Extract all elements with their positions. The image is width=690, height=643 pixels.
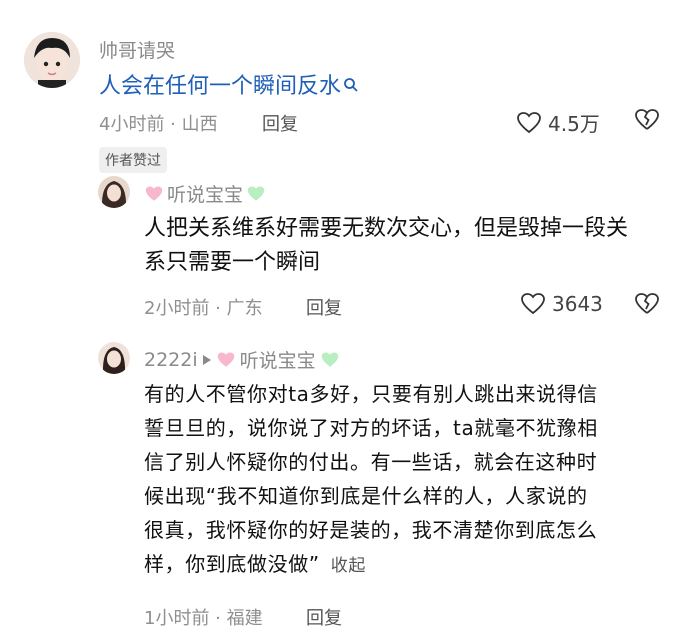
top-avatar[interactable]: [24, 32, 80, 88]
top-likes-count: 4.5万: [548, 112, 600, 136]
reply2-from-user: 2222i: [144, 348, 198, 371]
reply2-username-row[interactable]: 2222i 听说宝宝: [144, 346, 340, 373]
broken-heart-icon[interactable]: [634, 292, 660, 316]
reply1-meta: 2小时前 · 广东: [144, 298, 263, 319]
reply2-text-line: 信了别人怀疑你的付出。有一些话，就会在这种时: [144, 450, 598, 474]
reply2-text-line: 誓旦旦的，说你说了对方的坏话，ta就毫不犹豫相: [144, 416, 598, 440]
top-like-button[interactable]: 4.5万: [516, 108, 600, 137]
top-comment-text: 人会在任何一个瞬间反水: [99, 70, 359, 104]
heart-outline-icon: [517, 111, 541, 133]
reply1-likes-count: 3643: [552, 292, 603, 316]
top-reply-button[interactable]: 回复: [262, 110, 298, 136]
search-icon[interactable]: [343, 77, 359, 93]
reply2-text-line: 很真，我怀疑你的好是装的，我不清楚你到底怎么: [144, 518, 598, 542]
collapse-button[interactable]: 收起: [331, 556, 366, 576]
reply2-meta: 1小时前 · 福建: [144, 608, 263, 629]
pink-heart-icon: [217, 352, 234, 367]
reply1-reply-button[interactable]: 回复: [306, 294, 342, 320]
reply2-to-user: 听说宝宝: [239, 350, 316, 372]
reply2-text-line-last: 样，你到底做没做” 收起: [144, 547, 684, 583]
green-heart-icon: [321, 352, 338, 367]
play-triangle-icon: [202, 354, 211, 365]
reply1-username: 听说宝宝: [167, 184, 244, 206]
reply1-like-button[interactable]: 3643: [520, 292, 603, 316]
reply2-text-line: 有的人不管你对ta多好，只要有别人跳出来说得信: [144, 382, 598, 406]
reply1-text-line: 人把关系维系好需要无数次交心，但是毁掉一段关: [144, 216, 629, 241]
reply2-text-line: 候出现“我不知道你到底是什么样的人，人家说的: [144, 484, 588, 508]
avatar-illustration: [98, 176, 130, 208]
avatar-illustration: [98, 342, 130, 374]
reply1-text-line: 系只需要一个瞬间: [144, 250, 321, 275]
reply2-avatar[interactable]: [98, 342, 130, 374]
top-username[interactable]: 帅哥请哭: [99, 36, 175, 63]
green-heart-icon: [247, 186, 265, 201]
reply1-avatar[interactable]: [98, 176, 130, 208]
reply1-username-row[interactable]: 听说宝宝: [144, 180, 266, 207]
top-meta: 4小时前 · 山西: [99, 114, 218, 135]
broken-heart-icon[interactable]: [634, 108, 660, 132]
reply2-last-line-text: 样，你到底做没做”: [144, 552, 320, 576]
top-comment-link[interactable]: 人会在任何一个瞬间反水: [99, 74, 341, 99]
reply2-reply-button[interactable]: 回复: [306, 604, 342, 630]
reply2-text: 有的人不管你对ta多好，只要有别人跳出来说得信 誓旦旦的，说你说了对方的坏话，t…: [144, 377, 684, 583]
avatar-illustration: [24, 32, 80, 88]
reply1-text: 人把关系维系好需要无数次交心，但是毁掉一段关 系只需要一个瞬间: [144, 212, 674, 280]
heart-outline-icon: [521, 293, 545, 315]
pink-heart-icon: [145, 186, 163, 201]
author-liked-tag: 作者赞过: [99, 147, 167, 173]
